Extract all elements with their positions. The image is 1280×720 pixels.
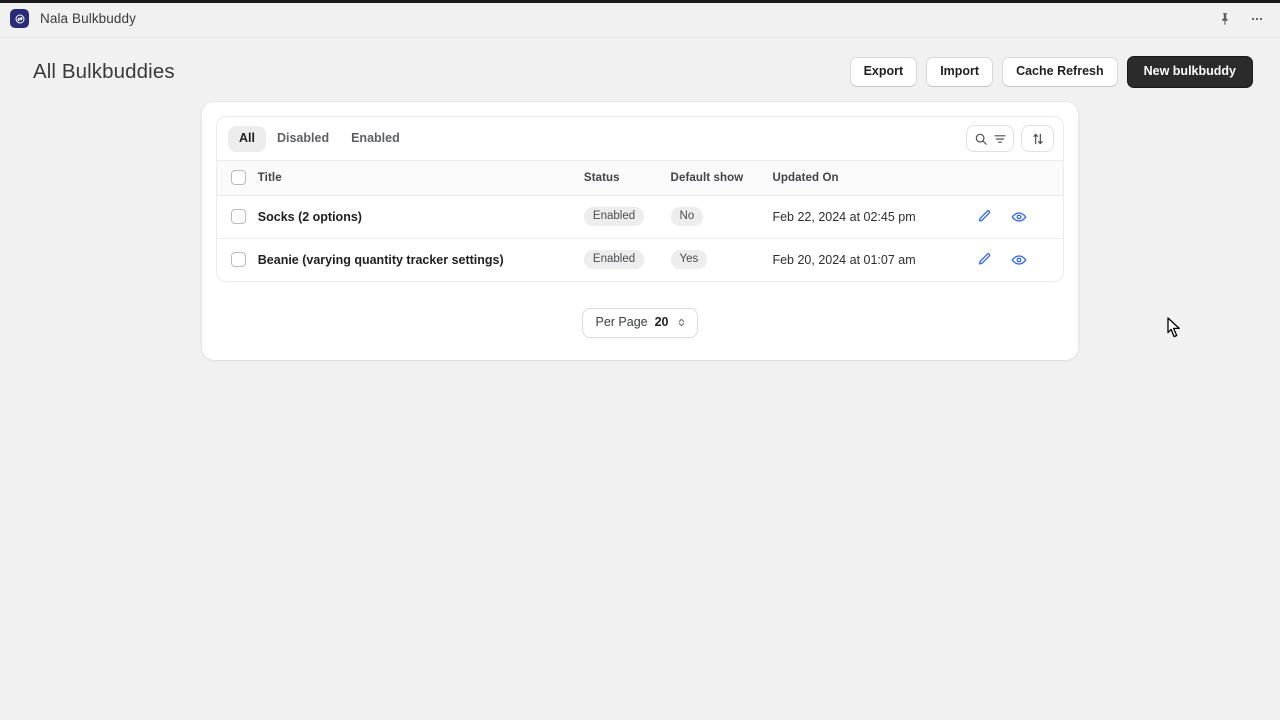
app-chrome-bar: Nala Bulkbuddy xyxy=(0,0,1280,38)
row-checkbox[interactable] xyxy=(231,209,246,224)
header-action-buttons: Export Import Cache Refresh New bulkbudd… xyxy=(849,56,1253,88)
row-updated-on: Feb 20, 2024 at 01:07 am xyxy=(772,252,916,267)
sort-ascending-descending-icon[interactable] xyxy=(1026,126,1049,151)
row-status-cell: Enabled xyxy=(583,195,671,239)
row-updated-on-cell: Feb 20, 2024 at 01:07 am xyxy=(772,239,976,282)
tab-enabled[interactable]: Enabled xyxy=(340,126,411,152)
table-body: Socks (2 options) Enabled No Feb 22, 202… xyxy=(217,195,1063,282)
per-page-selector[interactable]: Per Page 20 xyxy=(582,308,698,338)
pencil-icon[interactable] xyxy=(976,208,993,225)
table-header: Title Status Default show Updated On xyxy=(217,161,1063,196)
column-header-updated-on[interactable]: Updated On xyxy=(772,161,977,196)
table-row[interactable]: Socks (2 options) Enabled No Feb 22, 202… xyxy=(217,195,1063,239)
pin-icon[interactable] xyxy=(1214,8,1236,30)
table-footer: Per Page 20 xyxy=(216,282,1064,344)
search-icon[interactable] xyxy=(967,126,990,151)
export-button[interactable]: Export xyxy=(849,57,918,87)
table-header-row: Title Status Default show Updated On xyxy=(217,161,1063,196)
import-button[interactable]: Import xyxy=(926,57,994,87)
bulkbuddies-card: All Disabled Enabled Title Status Defaul… xyxy=(202,102,1078,360)
eye-icon[interactable] xyxy=(1010,208,1027,225)
status-badge: Enabled xyxy=(583,207,645,226)
filter-icon[interactable] xyxy=(990,126,1013,151)
default-show-badge: No xyxy=(670,207,704,226)
row-title: Beanie (varying quantity tracker setting… xyxy=(257,252,504,267)
row-checkbox[interactable] xyxy=(231,252,246,267)
row-actions-cell xyxy=(976,239,1063,282)
row-default-show-cell: No xyxy=(670,195,773,239)
table-row[interactable]: Beanie (varying quantity tracker setting… xyxy=(217,239,1063,282)
row-title-cell: Socks (2 options) xyxy=(257,195,584,239)
row-updated-on-cell: Feb 22, 2024 at 02:45 pm xyxy=(772,195,977,239)
table-tools xyxy=(966,125,1054,152)
tab-bar: All Disabled Enabled xyxy=(217,117,1063,161)
row-title: Socks (2 options) xyxy=(257,209,362,224)
recycle-icon xyxy=(10,9,29,28)
row-status-cell: Enabled xyxy=(583,239,671,282)
page-header: All Bulkbuddies Export Import Cache Refr… xyxy=(0,38,1280,102)
column-header-status[interactable]: Status xyxy=(583,161,671,196)
sort-button[interactable] xyxy=(1021,125,1054,152)
select-all-header xyxy=(217,161,258,196)
chevron-up-down-icon[interactable] xyxy=(676,316,687,329)
column-header-actions xyxy=(976,161,1063,196)
tab-all[interactable]: All xyxy=(228,125,266,152)
bulkbuddies-table: Title Status Default show Updated On Soc… xyxy=(217,161,1063,281)
row-select-cell xyxy=(217,239,258,282)
chrome-controls xyxy=(1214,8,1268,30)
select-all-checkbox[interactable] xyxy=(231,170,246,185)
status-badge: Enabled xyxy=(583,250,645,269)
tab-disabled[interactable]: Disabled xyxy=(266,126,340,152)
column-header-default-show[interactable]: Default show xyxy=(670,161,773,196)
row-select-cell xyxy=(217,195,258,239)
pencil-icon[interactable] xyxy=(976,251,993,268)
content-area: All Disabled Enabled Title Status Defaul… xyxy=(0,102,1280,360)
app-name-label: Nala Bulkbuddy xyxy=(40,11,136,26)
new-bulkbuddy-button[interactable]: New bulkbuddy xyxy=(1126,56,1253,88)
row-actions-cell xyxy=(976,195,1063,239)
per-page-label: Per Page xyxy=(595,315,648,329)
row-default-show-cell: Yes xyxy=(670,239,773,282)
cache-refresh-button[interactable]: Cache Refresh xyxy=(1002,57,1118,87)
per-page-value: 20 xyxy=(654,315,669,329)
eye-icon[interactable] xyxy=(1010,251,1027,268)
default-show-badge: Yes xyxy=(670,250,708,269)
bulkbuddies-table-panel: All Disabled Enabled Title Status Defaul… xyxy=(216,116,1064,282)
search-filter-group xyxy=(966,125,1014,152)
ellipsis-icon[interactable] xyxy=(1246,8,1268,30)
column-header-title[interactable]: Title xyxy=(257,161,584,196)
row-title-cell: Beanie (varying quantity tracker setting… xyxy=(258,239,584,282)
row-updated-on: Feb 22, 2024 at 02:45 pm xyxy=(772,209,916,224)
page-title: All Bulkbuddies xyxy=(33,60,175,83)
